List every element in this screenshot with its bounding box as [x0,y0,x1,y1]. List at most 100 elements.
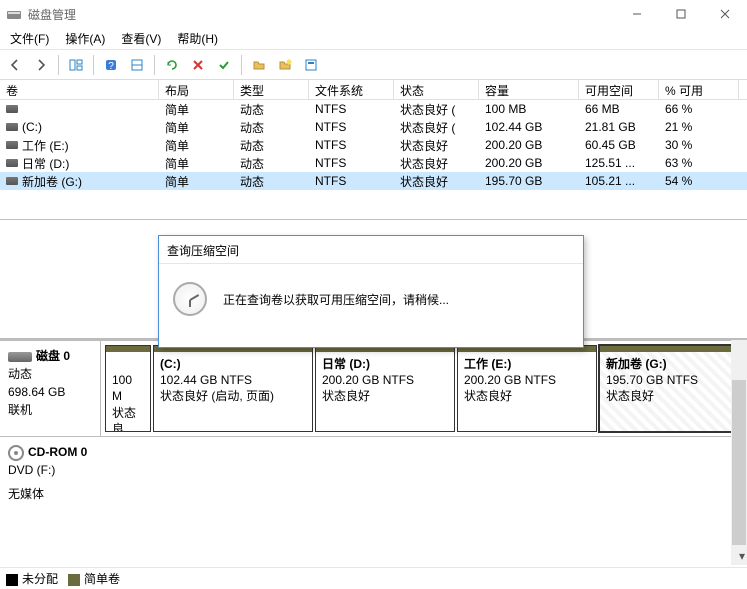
maximize-button[interactable] [659,0,703,28]
menu-file[interactable]: 文件(F) [4,28,55,49]
toolbar: ? [0,50,747,80]
cell-filesystem: NTFS [309,173,394,189]
cd-icon [8,445,24,461]
cell-percent: 54 % [659,173,739,189]
cdrom-drive: DVD (F:) [8,461,108,479]
volume-icon [6,141,18,149]
partition[interactable]: (C:)102.44 GB NTFS状态良好 (启动, 页面) [153,345,313,432]
scrollbar-vertical[interactable]: ▾ [731,340,747,565]
table-row[interactable]: 简单动态NTFS状态良好 (100 MB66 MB66 % [0,100,747,118]
refresh-button[interactable] [161,54,183,76]
cdrom-header[interactable]: CD-ROM 0 DVD (F:) 无媒体 [0,437,116,530]
table-row[interactable]: 新加卷 (G:)简单动态NTFS状态良好195.70 GB105.21 ...5… [0,172,747,190]
menu-bar: 文件(F) 操作(A) 查看(V) 帮助(H) [0,28,747,50]
partition[interactable]: 新加卷 (G:)195.70 GB NTFS状态良好 [599,345,741,432]
table-row[interactable]: 日常 (D:)简单动态NTFS状态良好200.20 GB125.51 ...63… [0,154,747,172]
folder-button[interactable] [248,54,270,76]
cell-status: 状态良好 [394,136,479,155]
cell-percent: 63 % [659,155,739,171]
col-type[interactable]: 类型 [234,80,309,99]
svg-text:?: ? [108,61,114,72]
volume-list[interactable]: 简单动态NTFS状态良好 (100 MB66 MB66 % (C:)简单动态NT… [0,100,747,220]
forward-button[interactable] [30,54,52,76]
col-free[interactable]: 可用空间 [579,80,659,99]
disk-icon [8,352,32,362]
minimize-button[interactable] [615,0,659,28]
volume-name: (C:) [22,120,42,134]
window-title: 磁盘管理 [28,6,615,23]
cell-layout: 简单 [159,172,234,191]
cell-status: 状态良好 [394,172,479,191]
volume-icon [6,105,18,113]
cell-layout: 简单 [159,100,234,119]
partition[interactable]: 100 M状态良 [105,345,151,432]
dialog-title: 查询压缩空间 [159,236,583,264]
col-layout[interactable]: 布局 [159,80,234,99]
disk-0-partitions: 100 M状态良(C:)102.44 GB NTFS状态良好 (启动, 页面)日… [101,341,747,436]
properties-button[interactable] [300,54,322,76]
cell-type: 动态 [234,118,309,137]
partition-size: 200.20 GB NTFS [322,373,414,387]
toolbar-separator [241,55,242,75]
cell-capacity: 200.20 GB [479,155,579,171]
col-status[interactable]: 状态 [394,80,479,99]
list-view-button[interactable] [126,54,148,76]
shrink-query-dialog: 查询压缩空间 正在查询卷以获取可用压缩空间，请稍候... [158,235,584,348]
delete-button[interactable] [187,54,209,76]
layout-button[interactable] [65,54,87,76]
cell-percent: 66 % [659,101,739,117]
dialog-body: 正在查询卷以获取可用压缩空间，请稍候... [159,264,583,334]
col-percent[interactable]: % 可用 [659,80,739,99]
close-button[interactable] [703,0,747,28]
cell-status: 状态良好 ( [394,118,479,137]
dialog-message: 正在查询卷以获取可用压缩空间，请稍候... [223,291,449,308]
back-button[interactable] [4,54,26,76]
partition-status: 状态良好 [464,389,512,403]
cell-capacity: 100 MB [479,101,579,117]
folder-new-button[interactable] [274,54,296,76]
cell-status: 状态良好 ( [394,100,479,119]
cell-percent: 30 % [659,137,739,153]
partition-title: (C:) [160,357,181,371]
window-controls [615,0,747,28]
disk-0-name: 磁盘 0 [36,349,70,363]
disk-0-header[interactable]: 磁盘 0 动态 698.64 GB 联机 [0,341,101,436]
scrollbar-arrow-icon[interactable]: ▾ [739,549,745,563]
col-capacity[interactable]: 容量 [479,80,579,99]
partition[interactable]: 日常 (D:)200.20 GB NTFS状态良好 [315,345,455,432]
check-button[interactable] [213,54,235,76]
cdrom-state: 无媒体 [8,485,108,503]
menu-view[interactable]: 查看(V) [115,28,167,49]
legend: 未分配 简单卷 [0,567,747,589]
disk-0-type: 动态 [8,365,92,383]
scrollbar-thumb[interactable] [732,380,746,545]
legend-simple-volume: 简单卷 [68,570,120,587]
partition-title: 工作 (E:) [464,357,511,371]
menu-help[interactable]: 帮助(H) [171,28,224,49]
disk-0-state: 联机 [8,401,92,419]
cell-free: 105.21 ... [579,173,659,189]
cell-free: 21.81 GB [579,119,659,135]
cell-filesystem: NTFS [309,101,394,117]
cell-layout: 简单 [159,118,234,137]
cell-type: 动态 [234,154,309,173]
table-row[interactable]: 工作 (E:)简单动态NTFS状态良好200.20 GB60.45 GB30 % [0,136,747,154]
partition[interactable]: 工作 (E:)200.20 GB NTFS状态良好 [457,345,597,432]
col-volume[interactable]: 卷 [0,80,159,99]
partition-size: 195.70 GB NTFS [606,373,698,387]
cdrom-empty [116,437,747,530]
cell-capacity: 200.20 GB [479,137,579,153]
volume-name: 工作 (E:) [22,137,69,154]
partition-size: 102.44 GB NTFS [160,373,252,387]
volume-icon [6,159,18,167]
cell-layout: 简单 [159,154,234,173]
table-row[interactable]: (C:)简单动态NTFS状态良好 (102.44 GB21.81 GB21 % [0,118,747,136]
col-filesystem[interactable]: 文件系统 [309,80,394,99]
volume-name: 新加卷 (G:) [22,173,82,190]
cell-filesystem: NTFS [309,137,394,153]
menu-action[interactable]: 操作(A) [59,28,111,49]
window-titlebar: 磁盘管理 [0,0,747,28]
cdrom-pane: CD-ROM 0 DVD (F:) 无媒体 [0,436,747,530]
help-button[interactable]: ? [100,54,122,76]
volume-icon [6,123,18,131]
